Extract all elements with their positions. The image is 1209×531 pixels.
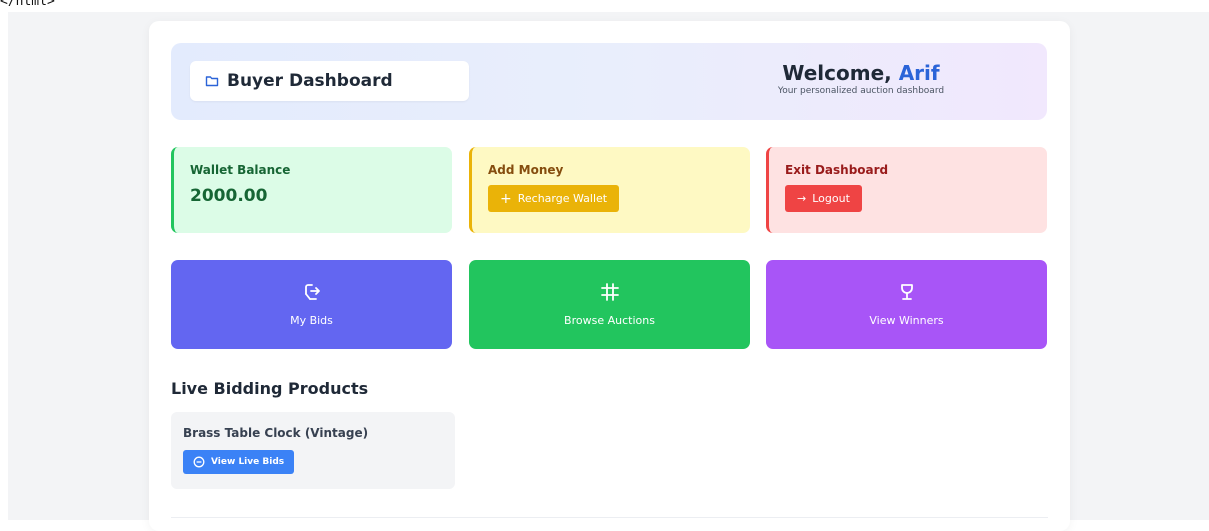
welcome-prefix: Welcome, (782, 61, 899, 85)
view-winners-tile[interactable]: View Winners (766, 260, 1047, 349)
dashboard-header: Buyer Dashboard Welcome, Arif Your perso… (171, 43, 1047, 120)
product-name: Brass Table Clock (Vintage) (183, 426, 369, 440)
welcome-heading: Welcome, Arif (711, 61, 1011, 85)
add-money-card: Add Money + Recharge Wallet (469, 147, 750, 233)
view-winners-label: View Winners (869, 314, 944, 327)
exit-dashboard-card: Exit Dashboard → Logout (766, 147, 1047, 233)
my-bids-tile[interactable]: My Bids (171, 260, 452, 349)
page-source-fragment: </html> (0, 0, 55, 8)
plus-icon: + (500, 190, 512, 207)
wallet-balance-label: Wallet Balance (190, 163, 291, 177)
product-card: Brass Table Clock (Vintage) View Live Bi… (171, 412, 455, 489)
wallet-balance-amount: 2000.00 (190, 186, 268, 206)
welcome-subtitle: Your personalized auction dashboard (777, 86, 945, 96)
page-title: Buyer Dashboard (227, 71, 393, 91)
welcome-block: Welcome, Arif Your personalized auction … (711, 61, 1011, 96)
grid-icon (600, 282, 620, 302)
recharge-wallet-button[interactable]: + Recharge Wallet (488, 185, 620, 212)
folder-icon (205, 74, 219, 88)
browse-auctions-tile[interactable]: Browse Auctions (469, 260, 750, 349)
view-live-bids-label: View Live Bids (211, 457, 285, 467)
live-bidding-title: Live Bidding Products (171, 379, 369, 398)
browse-auctions-label: Browse Auctions (564, 314, 655, 327)
user-name: Arif (898, 61, 940, 85)
recharge-wallet-label: Recharge Wallet (517, 192, 608, 205)
card-divider (171, 517, 1048, 518)
exit-dashboard-label: Exit Dashboard (785, 163, 889, 177)
dashboard-card: Buyer Dashboard Welcome, Arif Your perso… (149, 21, 1070, 531)
circle-minus-icon (193, 456, 205, 468)
view-live-bids-button[interactable]: View Live Bids (183, 450, 295, 474)
logout-label: Logout (812, 192, 850, 205)
hand-arrow-icon (302, 282, 322, 302)
my-bids-label: My Bids (290, 314, 333, 327)
trophy-icon (897, 282, 917, 302)
add-money-label: Add Money (488, 163, 564, 177)
wallet-balance-card: Wallet Balance 2000.00 (171, 147, 452, 233)
dashboard-title-box: Buyer Dashboard (190, 61, 469, 101)
logout-button[interactable]: → Logout (785, 185, 862, 212)
arrow-right-icon: → (797, 192, 807, 205)
